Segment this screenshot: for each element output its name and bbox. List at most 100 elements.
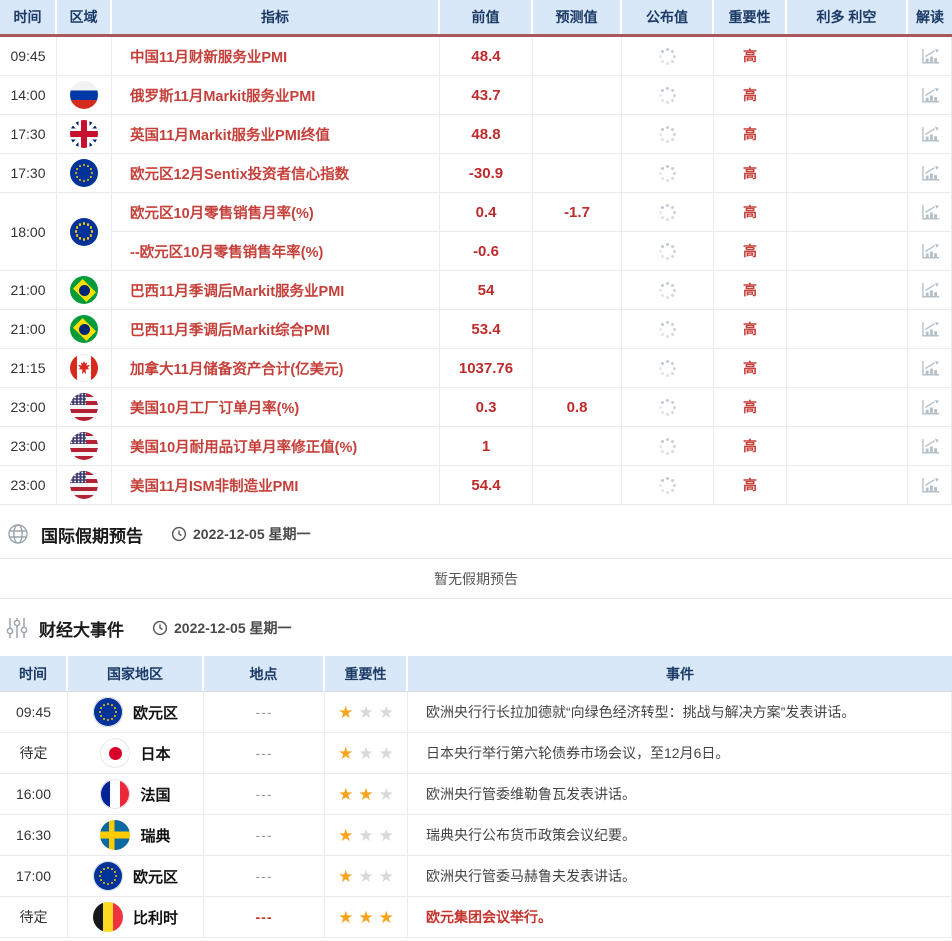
events-table: 时间 国家地区 地点 重要性 事件 09:45 欧元区 --- ★★★ 欧洲央行…: [0, 656, 952, 938]
importance-stars: ★★★: [336, 827, 397, 844]
indicator-cell: 美国10月耐用品订单月率修正值(%): [112, 427, 440, 466]
interpret-chart-icon[interactable]: [920, 398, 940, 417]
published-cell: [622, 427, 714, 466]
published-cell: [622, 37, 714, 76]
flag-canada-icon: [70, 354, 98, 382]
indicator-cell: 美国11月ISM非制造业PMI: [112, 466, 440, 505]
interpret-chart-icon[interactable]: [920, 476, 940, 495]
interpret-cell: [908, 388, 952, 427]
importance-cell: 高: [714, 154, 787, 193]
importance-cell: ★★★: [325, 692, 408, 733]
time-cell: 21:00: [0, 271, 57, 310]
location-cell: ---: [204, 774, 325, 815]
interpret-cell: [908, 466, 952, 505]
country-name: 日本: [140, 743, 170, 764]
interpret-cell: [908, 193, 952, 232]
indicator-cell: 巴西11月季调后Markit服务业PMI: [112, 271, 440, 310]
indicator-cell: 欧元区12月Sentix投资者信心指数: [112, 154, 440, 193]
importance-cell: 高: [714, 115, 787, 154]
col-header-time: 时间: [0, 656, 68, 691]
events-date-text: 2022-12-05 星期一: [174, 618, 292, 638]
previous-cell: 53.4: [440, 310, 533, 349]
importance-cell: 高: [714, 310, 787, 349]
interpret-cell: [908, 310, 952, 349]
time-cell: 16:30: [0, 815, 68, 856]
interpret-cell: [908, 154, 952, 193]
col-header-importance: 重要性: [325, 656, 408, 691]
event-cell: 欧洲央行管委维勒鲁瓦发表讲话。: [408, 774, 952, 815]
published-cell: [622, 466, 714, 505]
importance-cell: ★★★: [325, 774, 408, 815]
bull-bear-cell: [787, 232, 908, 271]
bull-bear-cell: [787, 193, 908, 232]
flag-eurozone-icon: [93, 861, 123, 891]
economic-calendar-page: 时间 区域 指标 前值 预测值 公布值 重要性 利多 利空 解读 09:45 中…: [0, 0, 952, 938]
country-name: 瑞典: [140, 825, 170, 846]
flag-sweden-icon: [100, 820, 130, 850]
loading-spinner-icon: [666, 289, 669, 292]
interpret-chart-icon[interactable]: [920, 359, 940, 378]
interpret-chart-icon[interactable]: [920, 242, 940, 261]
event-cell: 欧洲央行管委马赫鲁夫发表讲话。: [408, 856, 952, 897]
forecast-cell: [533, 310, 622, 349]
interpret-chart-icon[interactable]: [920, 164, 940, 183]
importance-cell: ★★★: [325, 856, 408, 897]
time-cell: 23:00: [0, 466, 57, 505]
forecast-cell: [533, 115, 622, 154]
bull-bear-cell: [787, 76, 908, 115]
region-cell: [57, 427, 112, 466]
loading-spinner-icon: [666, 94, 669, 97]
country-name: 法国: [140, 784, 170, 805]
indicator-cell: 欧元区10月零售销售月率(%): [112, 193, 440, 232]
flag-brazil-icon: [70, 315, 98, 343]
importance-cell: ★★★: [325, 815, 408, 856]
forecast-cell: [533, 76, 622, 115]
col-header-time: 时间: [0, 0, 57, 34]
interpret-chart-icon[interactable]: [920, 320, 940, 339]
flag-russia-icon: [70, 81, 98, 109]
indicator-table-body: 09:45 中国11月财新服务业PMI 48.4 高 14:00 俄罗斯11月M…: [0, 37, 952, 505]
published-cell: [622, 76, 714, 115]
col-header-indicator: 指标: [112, 0, 440, 34]
published-cell: [622, 388, 714, 427]
bull-bear-cell: [787, 427, 908, 466]
indicator-cell: 中国11月财新服务业PMI: [112, 37, 440, 76]
loading-spinner-icon: [666, 250, 669, 253]
interpret-cell: [908, 271, 952, 310]
flag-eurozone-icon: [70, 218, 98, 246]
interpret-chart-icon[interactable]: [920, 47, 940, 66]
interpret-chart-icon[interactable]: [920, 86, 940, 105]
interpret-chart-icon[interactable]: [920, 281, 940, 300]
flag-us-icon: [70, 432, 98, 460]
holiday-date-text: 2022-12-05 星期一: [193, 524, 311, 544]
region-cell: [57, 154, 112, 193]
importance-cell: 高: [714, 232, 787, 271]
flag-uk-icon: [70, 120, 98, 148]
interpret-cell: [908, 427, 952, 466]
loading-spinner-icon: [666, 133, 669, 136]
loading-spinner-icon: [666, 211, 669, 214]
time-cell: 09:45: [0, 692, 68, 733]
indicator-cell: 巴西11月季调后Markit综合PMI: [112, 310, 440, 349]
flag-us-icon: [70, 393, 98, 421]
time-cell: 09:45: [0, 37, 57, 76]
importance-stars: ★★★: [336, 745, 397, 762]
clock-icon: [152, 620, 168, 636]
interpret-chart-icon[interactable]: [920, 437, 940, 456]
indicator-cell: 美国10月工厂订单月率(%): [112, 388, 440, 427]
col-header-published: 公布值: [622, 0, 714, 34]
importance-cell: ★★★: [325, 733, 408, 774]
col-header-forecast: 预测值: [533, 0, 622, 34]
previous-cell: 0.3: [440, 388, 533, 427]
loading-spinner-icon: [666, 55, 669, 58]
previous-cell: 54.4: [440, 466, 533, 505]
time-cell: 14:00: [0, 76, 57, 115]
indicator-table-header: 时间 区域 指标 前值 预测值 公布值 重要性 利多 利空 解读: [0, 0, 952, 37]
interpret-chart-icon[interactable]: [920, 203, 940, 222]
forecast-cell: [533, 232, 622, 271]
importance-cell: 高: [714, 466, 787, 505]
interpret-chart-icon[interactable]: [920, 125, 940, 144]
sliders-icon: [6, 616, 28, 640]
importance-cell: 高: [714, 193, 787, 232]
col-header-importance: 重要性: [714, 0, 787, 34]
